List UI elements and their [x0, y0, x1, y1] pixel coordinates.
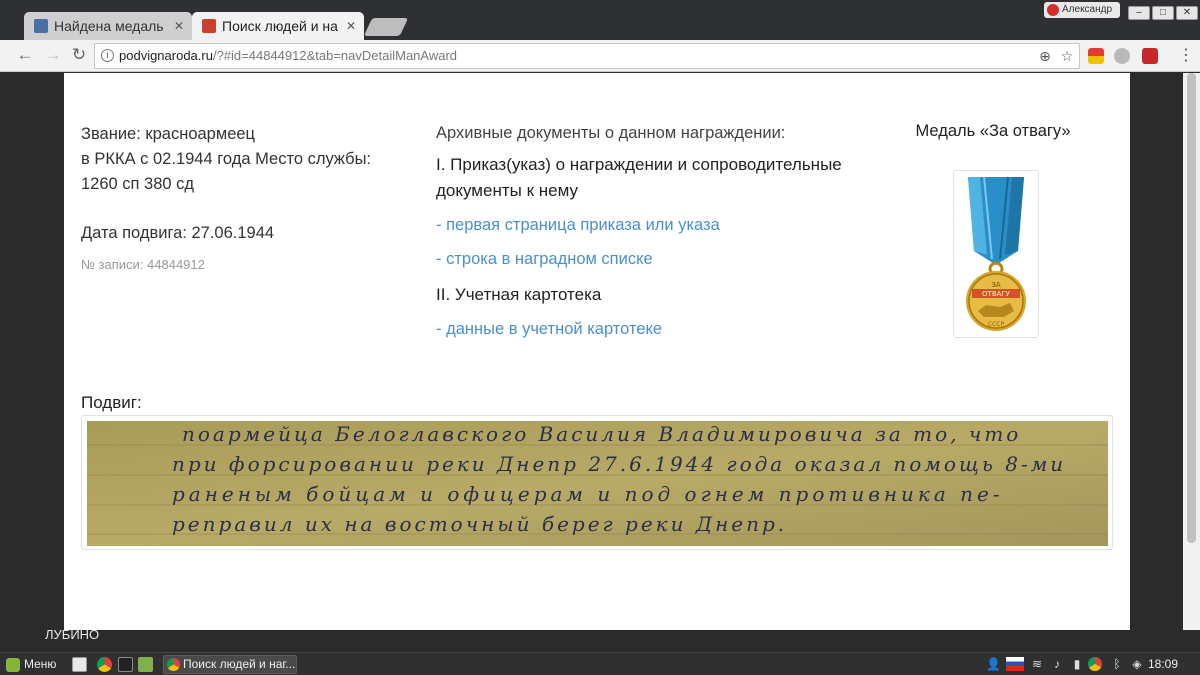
network-icon[interactable]: ≋ [1030, 657, 1044, 671]
link-first-page[interactable]: - первая страница приказа или указа [436, 214, 876, 236]
task-label: Поиск людей и наг... [183, 657, 296, 671]
tab-label: Поиск людей и на [222, 18, 338, 34]
forward-icon[interactable]: → [42, 44, 64, 66]
zoom-icon[interactable]: ⊕ [1035, 45, 1055, 67]
unit-line: 1260 сп 380 сд [81, 175, 195, 193]
soldier-info: Звание: красноармеец в РККА с 02.1944 го… [81, 122, 411, 277]
handwriting-line: реправил их на восточный берег реки Днеп… [172, 512, 787, 536]
medal-inscription: ОТВАГУ [982, 290, 1011, 298]
url-host: podvignaroda.ru [119, 48, 213, 63]
volume-icon[interactable]: ♪ [1050, 657, 1064, 671]
record-number: № записи: 44844912 [81, 257, 205, 272]
feat-label: Подвиг: [81, 393, 142, 412]
link-card-index[interactable]: - данные в учетной картотеке [436, 318, 876, 340]
tab-close-icon[interactable]: ✕ [346, 12, 356, 40]
medal-inscription: СССР [988, 321, 1005, 328]
avatar [1047, 4, 1059, 16]
chrome-icon [167, 658, 180, 671]
battery-icon[interactable]: ▮ [1070, 657, 1084, 671]
bluetooth-icon[interactable]: ᛒ [1110, 657, 1124, 671]
tab-favicon [202, 19, 216, 33]
mint-logo-icon [6, 658, 20, 672]
section-card-index: II. Учетная картотека [436, 285, 602, 304]
medal-inscription: ЗА [991, 281, 1000, 289]
taskbar-window-chrome[interactable]: Поиск людей и наг... [163, 655, 297, 674]
page-viewport: Звание: красноармеец в РККА с 02.1944 го… [0, 73, 1200, 630]
archive-documents: Архивные документы о данном награждении:… [436, 122, 876, 352]
new-tab-button[interactable] [363, 18, 409, 36]
url-path: /?#id=44844912&tab=navDetailManAward [212, 48, 458, 63]
os-taskbar: Меню Поиск людей и наг... 👤 ≋ ♪ ▮ ᛒ ◈ 18… [0, 652, 1200, 675]
tab-strip: Найдена медаль ✕ Поиск людей и на ✕ Алек… [0, 0, 1200, 40]
feat-scan-box: поармейца Белоглавского Василия Владимир… [81, 415, 1113, 550]
medal-title: Медаль «За отвагу» [915, 122, 1071, 140]
service-line: в РККА с 02.1944 года Место службы: [81, 150, 372, 168]
start-menu-button[interactable]: Меню [6, 656, 56, 673]
handwriting-line: раненым бойцам и офицерам и под огнем пр… [172, 482, 1004, 506]
medal-image[interactable]: ЗА ОТВАГУ СССР [953, 170, 1039, 338]
chrome-tray-icon[interactable] [1088, 657, 1102, 671]
terminal-icon[interactable] [118, 657, 133, 672]
clock: 18:09 [1148, 657, 1179, 671]
back-icon[interactable]: ← [14, 44, 36, 66]
minimize-button[interactable]: – [1128, 6, 1150, 20]
shield-icon[interactable]: ◈ [1130, 657, 1144, 671]
tab-people-search[interactable]: Поиск людей и на ✕ [192, 12, 364, 40]
award-detail-card: Звание: красноармеец в РККА с 02.1944 го… [64, 73, 1130, 630]
handwriting-line: при форсировании реки Днепр 27.6.1944 го… [172, 452, 1066, 476]
link-award-list-row[interactable]: - строка в наградном списке [436, 248, 876, 270]
tab-favicon [34, 19, 48, 33]
keyboard-layout-flag-icon[interactable] [1006, 657, 1024, 671]
handwriting-line: поармейца Белоглавского Василия Владимир… [182, 422, 1021, 446]
browser-toolbar: ← → ↻ i podvignaroda.ru/?#id=44844912&ta… [0, 40, 1200, 72]
extension-flag-icon[interactable] [1088, 48, 1104, 64]
feat-date: Дата подвига: 27.06.1944 [81, 224, 275, 242]
reload-icon[interactable]: ↻ [68, 44, 90, 66]
profile-name: Александр [1062, 4, 1113, 15]
page-scrollbar[interactable] [1183, 73, 1200, 630]
files-icon[interactable] [138, 657, 153, 672]
tab-label: Найдена медаль [54, 18, 164, 34]
section-order: I. Приказ(указ) о награждении и сопровод… [436, 155, 842, 200]
star-icon[interactable]: ☆ [1057, 45, 1077, 67]
menu-label: Меню [24, 657, 57, 671]
close-button[interactable]: ✕ [1176, 6, 1198, 20]
window-controls: – □ ✕ [1126, 2, 1198, 20]
scrollbar-thumb[interactable] [1187, 73, 1196, 543]
address-bar[interactable]: i podvignaroda.ru/?#id=44844912&tab=navD… [94, 43, 1080, 69]
user-icon[interactable]: 👤 [986, 657, 1001, 671]
medal-icon: ЗА ОТВАГУ СССР [966, 176, 1026, 331]
menu-dots-icon[interactable]: ⋮ [1178, 46, 1194, 66]
background-text-fragment: ЛУБИНО [45, 627, 100, 641]
info-icon[interactable]: i [101, 49, 114, 62]
maximize-button[interactable]: □ [1152, 6, 1174, 20]
extension-grey-icon[interactable] [1114, 48, 1130, 64]
feat-document-scan[interactable]: поармейца Белоглавского Василия Владимир… [87, 421, 1108, 546]
chrome-launcher-icon[interactable] [97, 657, 112, 672]
profile-button[interactable]: Александр [1044, 2, 1120, 18]
tab-medal-found[interactable]: Найдена медаль ✕ [24, 12, 192, 40]
extension-ublock-icon[interactable] [1142, 48, 1158, 64]
show-desktop-icon[interactable] [72, 657, 87, 672]
rank-line: Звание: красноармеец [81, 125, 256, 143]
tab-close-icon[interactable]: ✕ [174, 12, 184, 40]
archive-header: Архивные документы о данном награждении: [436, 124, 786, 142]
